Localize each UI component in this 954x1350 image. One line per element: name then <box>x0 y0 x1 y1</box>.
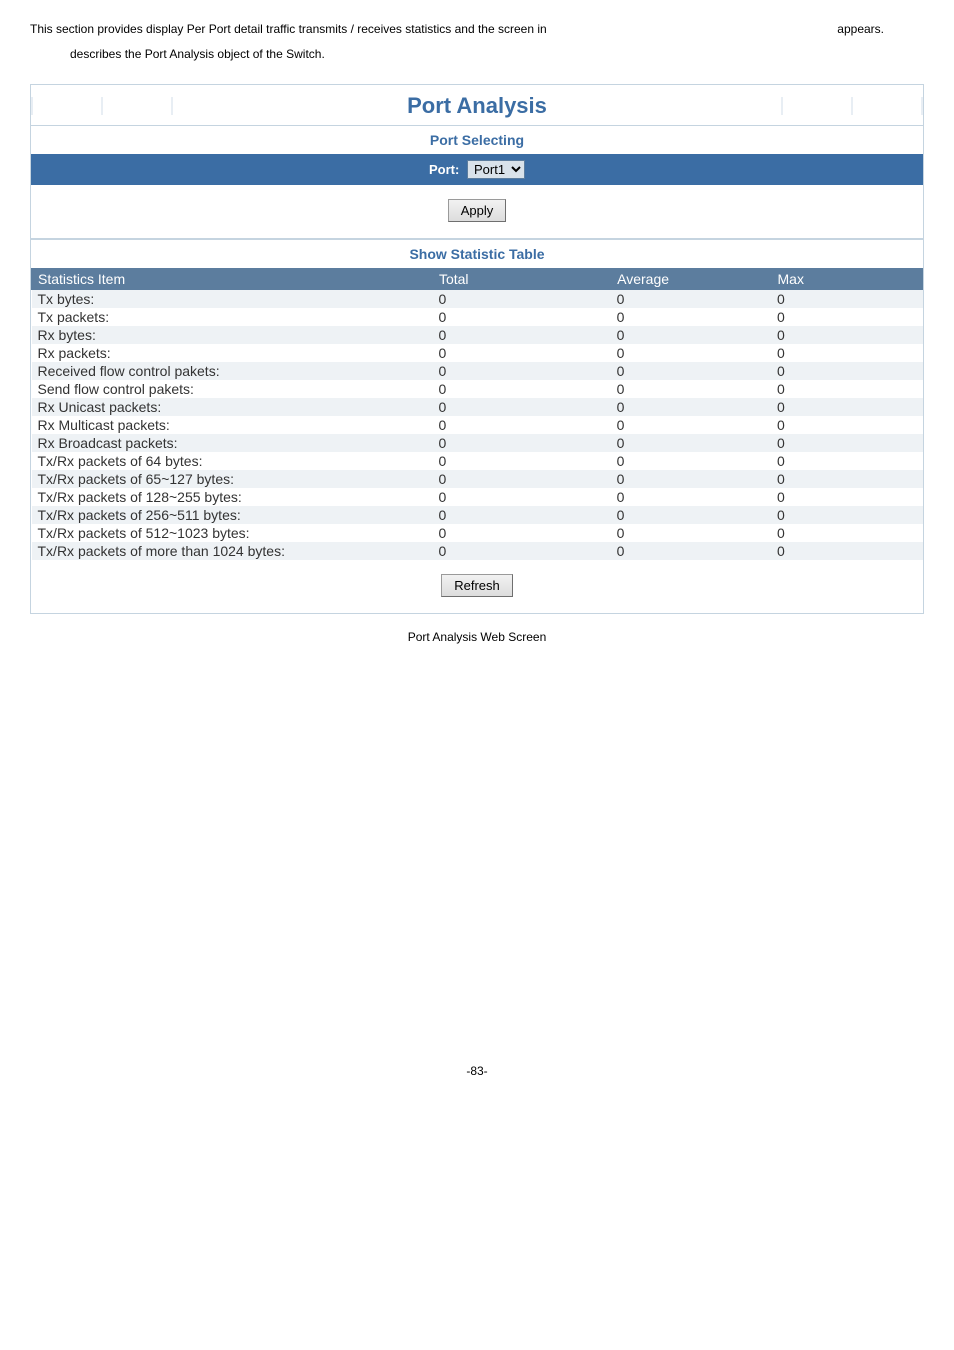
stat-avg: 0 <box>611 326 771 344</box>
stat-max: 0 <box>771 488 923 506</box>
stat-total: 0 <box>432 344 610 362</box>
table-row: Send flow control pakets:000 <box>32 380 923 398</box>
table-row: Tx/Rx packets of 65~127 bytes:000 <box>32 470 923 488</box>
table-row: Tx/Rx packets of 64 bytes:000 <box>32 452 923 470</box>
stat-item: Tx bytes: <box>32 290 433 309</box>
stat-max: 0 <box>771 416 923 434</box>
stat-max: 0 <box>771 362 923 380</box>
intro-text: This section provides display Per Port d… <box>30 20 924 64</box>
col-avg-header: Average <box>611 269 771 290</box>
stat-max: 0 <box>771 542 923 560</box>
stat-avg: 0 <box>611 416 771 434</box>
stat-total: 0 <box>432 506 610 524</box>
stat-avg: 0 <box>611 524 771 542</box>
page-number: -83- <box>0 1064 954 1098</box>
stat-item: Rx Multicast packets: <box>32 416 433 434</box>
stat-avg: 0 <box>611 452 771 470</box>
stat-max: 0 <box>771 452 923 470</box>
stat-item: Tx/Rx packets of 256~511 bytes: <box>32 506 433 524</box>
stat-item: Received flow control pakets: <box>32 362 433 380</box>
stat-item: Rx bytes: <box>32 326 433 344</box>
table-row: Rx Unicast packets:000 <box>32 398 923 416</box>
refresh-button[interactable]: Refresh <box>441 574 513 597</box>
table-row: Tx/Rx packets of 256~511 bytes:000 <box>32 506 923 524</box>
stat-avg: 0 <box>611 542 771 560</box>
stat-item: Send flow control pakets: <box>32 380 433 398</box>
stat-max: 0 <box>771 308 923 326</box>
stat-max: 0 <box>771 380 923 398</box>
stat-avg: 0 <box>611 380 771 398</box>
col-item-header: Statistics Item <box>32 269 433 290</box>
stat-total: 0 <box>432 398 610 416</box>
port-selecting-heading: Port Selecting <box>31 125 923 154</box>
table-header-row: Statistics Item Total Average Max <box>32 269 923 290</box>
stat-avg: 0 <box>611 470 771 488</box>
stat-item: Rx packets: <box>32 344 433 362</box>
apply-row: Apply <box>31 185 923 239</box>
apply-button[interactable]: Apply <box>448 199 507 222</box>
stat-total: 0 <box>432 470 610 488</box>
page-title: Port Analysis <box>31 85 923 125</box>
statistics-table: Statistics Item Total Average Max Tx byt… <box>31 268 923 560</box>
stat-total: 0 <box>432 434 610 452</box>
table-row: Rx packets:000 <box>32 344 923 362</box>
stat-avg: 0 <box>611 506 771 524</box>
stat-max: 0 <box>771 326 923 344</box>
intro-line2: describes the Port Analysis object of th… <box>70 45 924 64</box>
stat-item: Tx/Rx packets of 128~255 bytes: <box>32 488 433 506</box>
table-row: Received flow control pakets:000 <box>32 362 923 380</box>
stat-item: Tx/Rx packets of more than 1024 bytes: <box>32 542 433 560</box>
table-row: Tx bytes:000 <box>32 290 923 309</box>
refresh-row: Refresh <box>31 560 923 613</box>
figure-caption: Port Analysis Web Screen <box>0 630 954 644</box>
stat-avg: 0 <box>611 344 771 362</box>
stat-max: 0 <box>771 344 923 362</box>
table-row: Tx/Rx packets of 128~255 bytes:000 <box>32 488 923 506</box>
stat-avg: 0 <box>611 308 771 326</box>
stat-total: 0 <box>432 416 610 434</box>
stat-avg: 0 <box>611 290 771 309</box>
stat-max: 0 <box>771 506 923 524</box>
table-row: Tx/Rx packets of 512~1023 bytes:000 <box>32 524 923 542</box>
stat-item: Tx/Rx packets of 64 bytes: <box>32 452 433 470</box>
col-total-header: Total <box>432 269 610 290</box>
stat-total: 0 <box>432 290 610 309</box>
port-label: Port: <box>429 162 459 177</box>
col-max-header: Max <box>771 269 923 290</box>
stat-total: 0 <box>432 524 610 542</box>
table-row: Rx Multicast packets:000 <box>32 416 923 434</box>
port-analysis-panel: Port Analysis Port Selecting Port: Port1… <box>30 84 924 614</box>
table-row: Rx bytes:000 <box>32 326 923 344</box>
stat-avg: 0 <box>611 488 771 506</box>
stat-item: Tx/Rx packets of 65~127 bytes: <box>32 470 433 488</box>
stat-avg: 0 <box>611 398 771 416</box>
stat-item: Rx Broadcast packets: <box>32 434 433 452</box>
stat-total: 0 <box>432 488 610 506</box>
stat-total: 0 <box>432 326 610 344</box>
port-select[interactable]: Port1 <box>467 160 525 179</box>
table-row: Tx/Rx packets of more than 1024 bytes:00… <box>32 542 923 560</box>
stat-max: 0 <box>771 524 923 542</box>
stat-item: Rx Unicast packets: <box>32 398 433 416</box>
stat-max: 0 <box>771 398 923 416</box>
stat-avg: 0 <box>611 434 771 452</box>
stat-max: 0 <box>771 290 923 309</box>
intro-appears: appears. <box>837 20 884 39</box>
stat-item: Tx/Rx packets of 512~1023 bytes: <box>32 524 433 542</box>
intro-line1: This section provides display Per Port d… <box>30 20 924 39</box>
table-row: Tx packets:000 <box>32 308 923 326</box>
stat-item: Tx packets: <box>32 308 433 326</box>
stat-max: 0 <box>771 434 923 452</box>
stat-total: 0 <box>432 362 610 380</box>
stat-total: 0 <box>432 308 610 326</box>
stat-max: 0 <box>771 470 923 488</box>
stat-avg: 0 <box>611 362 771 380</box>
table-row: Rx Broadcast packets:000 <box>32 434 923 452</box>
show-statistic-heading: Show Statistic Table <box>31 239 923 268</box>
port-select-row: Port: Port1 <box>31 154 923 185</box>
stat-total: 0 <box>432 452 610 470</box>
stat-total: 0 <box>432 380 610 398</box>
stat-total: 0 <box>432 542 610 560</box>
